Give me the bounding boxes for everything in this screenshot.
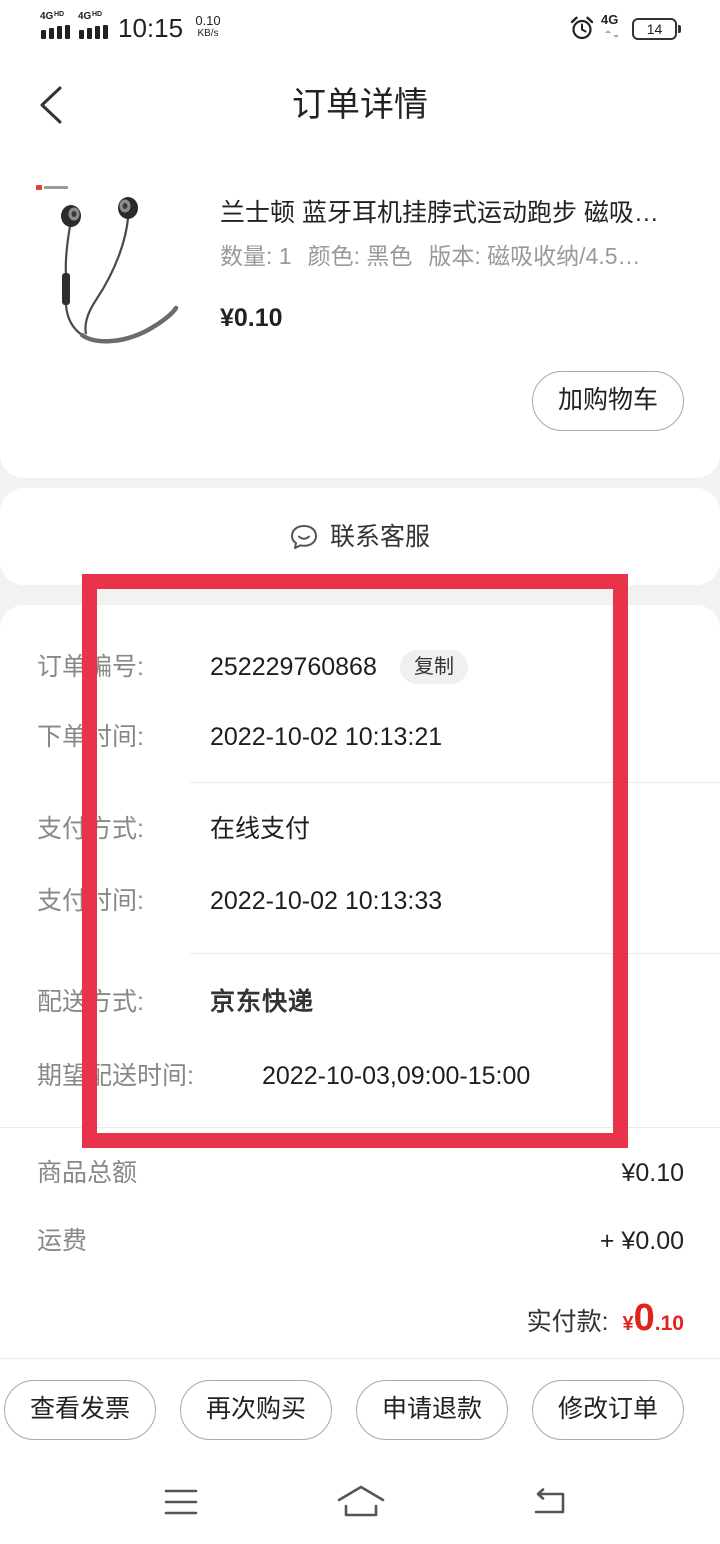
divider (0, 1127, 720, 1128)
battery-icon: 14 (632, 18, 677, 40)
menu-icon[interactable] (164, 1488, 198, 1516)
amount-paid-currency: ¥ (622, 1313, 634, 1335)
order-number-label: 订单编号: (37, 653, 144, 681)
chat-bubble-icon (290, 524, 317, 549)
amount-paid-label: 实付款: (526, 1308, 609, 1336)
amount-paid-decimal: .10 (654, 1312, 684, 1335)
mobile-data-indicator: 4G (600, 13, 628, 43)
hd-label: HD (54, 11, 65, 18)
page-title: 订单详情 (292, 86, 428, 124)
goods-total-value: ¥0.10 (621, 1159, 684, 1187)
hd-label: HD (92, 11, 103, 18)
amount-paid: 实付款: ¥ 0 .10 (527, 1297, 684, 1347)
payment-method-label: 支付方式: (37, 815, 144, 843)
signal-bars-icon (79, 25, 108, 39)
shipping-fee-value: + ¥0.00 (599, 1227, 684, 1255)
mobile-network-label: 4G (601, 12, 619, 27)
product-title[interactable]: 兰士顿 蓝牙耳机挂脖式运动跑步 磁吸… (220, 195, 695, 231)
contact-customer-service-button[interactable]: 联系客服 (0, 488, 720, 585)
delivery-method-label: 配送方式: (37, 988, 144, 1016)
data-arrows-icon (605, 30, 619, 38)
payment-method-value: 在线支付 (210, 815, 311, 843)
back-icon[interactable] (530, 1488, 568, 1516)
payment-time-row: 支付时间: 2022-10-02 10:13:33 (0, 881, 720, 921)
shipping-fee-label: 运费 (37, 1227, 88, 1255)
contact-customer-service-label: 联系客服 (329, 522, 430, 551)
earphones-product-image[interactable] (30, 178, 180, 350)
home-icon[interactable] (336, 1484, 386, 1518)
buy-again-button[interactable]: 再次购买 (180, 1380, 332, 1440)
delivery-method-value: 京东快递 (210, 988, 315, 1016)
battery-level: 14 (646, 21, 663, 37)
product-price: ¥0.10 (220, 304, 283, 332)
network-speed-value: 0.10 (195, 13, 221, 28)
payment-time-value: 2022-10-02 10:13:33 (210, 887, 443, 915)
status-clock: 10:15 (118, 13, 184, 43)
divider (0, 1358, 720, 1359)
amount-paid-integer: 0 (633, 1297, 655, 1339)
product-version: 版本: 磁吸收纳/4.5… (428, 243, 641, 269)
network-type-label: 4G (40, 11, 54, 22)
product-specs: 数量: 1 颜色: 黑色 版本: 磁吸收纳/4.5… (220, 238, 695, 274)
signal-bars-icon (41, 25, 70, 39)
order-actions: 查看发票 再次购买 申请退款 修改订单 (4, 1380, 684, 1440)
goods-total-row: 商品总额 ¥0.10 (0, 1153, 720, 1193)
status-bar: 4G HD 4G HD 10:15 0.10 KB/s 4G 14 (0, 0, 720, 56)
order-time-value: 2022-10-02 10:13:21 (210, 723, 443, 751)
expected-delivery-row: 期望配送时间: 2022-10-03,09:00-15:00 (0, 1056, 720, 1096)
order-time-row: 下单时间: 2022-10-02 10:13:21 (0, 717, 720, 757)
delivery-method-row: 配送方式: 京东快递 (0, 982, 720, 1022)
modify-order-button[interactable]: 修改订单 (532, 1380, 684, 1440)
product-color: 颜色: 黑色 (307, 243, 413, 269)
signal-indicator-sim1: 4G HD (40, 11, 74, 42)
order-info-card: 订单编号: 252229760868 复制 下单时间: 2022-10-02 1… (0, 605, 720, 1544)
view-invoice-button[interactable]: 查看发票 (4, 1380, 156, 1440)
request-refund-button[interactable]: 申请退款 (356, 1380, 508, 1440)
expected-delivery-value: 2022-10-03,09:00-15:00 (262, 1062, 531, 1090)
network-speed-unit: KB/s (197, 28, 219, 39)
product-card: 4G HD 4G HD 10:15 0.10 KB/s 4G 14 订单详情 兰… (0, 0, 720, 478)
expected-delivery-label: 期望配送时间: (37, 1062, 194, 1090)
system-nav-bar (0, 1465, 720, 1544)
signal-indicator-sim2: 4G HD (78, 11, 112, 42)
order-time-label: 下单时间: (37, 723, 144, 751)
copy-order-number-button[interactable]: 复制 (400, 650, 468, 684)
goods-total-label: 商品总额 (37, 1159, 138, 1187)
add-to-cart-button[interactable]: 加购物车 (532, 371, 684, 431)
payment-method-row: 支付方式: 在线支付 (0, 809, 720, 849)
order-number-value: 252229760868 (210, 653, 377, 681)
order-detail-page: 4G HD 4G HD 10:15 0.10 KB/s 4G 14 订单详情 兰… (0, 0, 720, 1544)
payment-time-label: 支付时间: (37, 887, 144, 915)
network-speed: 0.10 KB/s (190, 14, 226, 40)
order-number-row: 订单编号: 252229760868 复制 (0, 647, 720, 687)
alarm-clock-icon (570, 16, 594, 40)
product-quantity: 数量: 1 (220, 243, 292, 269)
shipping-fee-row: 运费 + ¥0.00 (0, 1221, 720, 1261)
network-type-label: 4G (78, 11, 92, 22)
divider (190, 953, 720, 954)
battery-cap (678, 25, 681, 33)
divider (190, 782, 720, 783)
